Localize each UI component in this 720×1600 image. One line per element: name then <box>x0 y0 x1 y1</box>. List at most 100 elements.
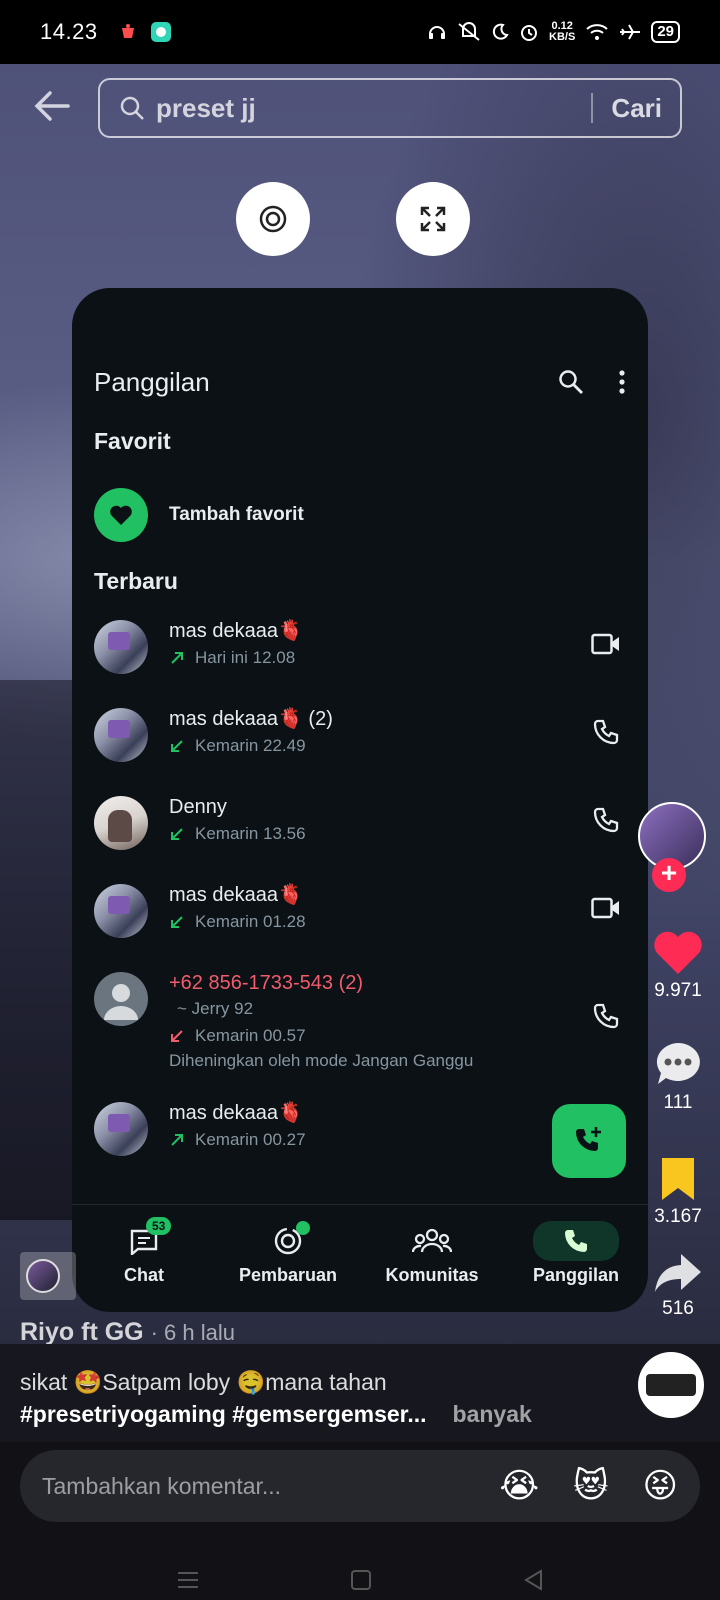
call-log-item[interactable]: +62 856-1733-543 (2) ~ Jerry 92 Kemarin … <box>94 970 626 1074</box>
floating-window-icon <box>259 205 287 233</box>
video-caption[interactable]: sikat 🤩Satpam loby 🤤mana tahan #presetri… <box>20 1366 532 1430</box>
call-log-item[interactable]: Denny Kemarin 13.56 <box>94 794 626 850</box>
back-arrow-icon[interactable] <box>32 86 72 126</box>
like-button[interactable]: 9.971 <box>636 928 720 1002</box>
notification-icons <box>118 21 172 43</box>
caller-name: +62 856-1733-543 (2) <box>169 972 364 994</box>
tab-communities[interactable]: Komunitas <box>360 1205 504 1312</box>
call-time: Hari ini 12.08 <box>195 648 296 667</box>
bottom-navigation: 53 Chat Pembaruan Komunitas Panggilan <box>72 1204 648 1312</box>
caller-name: mas dekaaa🫀 <box>169 620 303 642</box>
emoji-tongue[interactable]: 😝 <box>643 1466 678 1506</box>
tab-label: Komunitas <box>385 1265 479 1285</box>
call-log-item[interactable]: mas dekaaa🫀 Hari ini 12.08 <box>94 618 626 674</box>
caption-hashtags[interactable]: #presetriyogaming #gemsergemser... <box>20 1401 427 1427</box>
voice-call-button[interactable] <box>586 800 626 840</box>
phone-icon <box>565 1230 587 1252</box>
comment-input[interactable]: Tambahkan komentar... 😭 😻 😝 <box>20 1450 700 1522</box>
comment-placeholder[interactable]: Tambahkan komentar... <box>42 1473 281 1500</box>
search-query[interactable]: preset jj <box>156 93 256 124</box>
more-options-icon[interactable] <box>618 369 626 395</box>
whatsapp-calls-window[interactable]: Panggilan Favorit Tambah favorit Terbaru… <box>72 288 648 1312</box>
recent-heading: Terbaru <box>94 568 178 594</box>
tab-chat[interactable]: 53 Chat <box>72 1205 216 1312</box>
recent-apps-icon[interactable] <box>176 1570 200 1590</box>
post-time: · 6 h lalu <box>150 1320 235 1345</box>
video-call-button[interactable] <box>586 888 626 928</box>
phone-icon <box>593 719 619 745</box>
search-bar[interactable]: preset jj Cari <box>98 78 682 138</box>
tab-label: Chat <box>124 1265 164 1285</box>
music-avatar <box>26 1259 60 1293</box>
heart-icon <box>654 931 702 974</box>
search-submit-button[interactable]: Cari <box>611 93 662 124</box>
call-log-item[interactable]: mas dekaaa🫀 (2) Kemarin 22.49 <box>94 706 626 762</box>
call-time: Kemarin 13.56 <box>195 824 306 843</box>
wifi-icon <box>586 24 608 40</box>
music-disc[interactable] <box>638 1352 704 1418</box>
like-count: 9.971 <box>654 980 702 1001</box>
new-update-dot <box>296 1221 310 1235</box>
caller-name: mas dekaaa🫀 <box>169 884 303 906</box>
comment-count: 111 <box>663 1092 693 1113</box>
messaging-notification-icon <box>150 22 171 42</box>
video-call-button[interactable] <box>586 624 626 664</box>
system-navigation <box>0 1560 720 1600</box>
fullscreen-icon <box>420 206 446 232</box>
net-speed: 0.12 KB/S <box>549 20 576 43</box>
new-call-fab[interactable] <box>552 1104 626 1178</box>
music-disc-logo <box>646 1374 696 1396</box>
emoji-crying[interactable]: 😭 <box>499 1466 539 1506</box>
voice-call-button[interactable] <box>586 712 626 752</box>
video-camera-icon <box>591 897 619 919</box>
video-author[interactable]: Riyo ft GG · 6 h lalu <box>20 1318 235 1347</box>
favorites-heading: Favorit <box>94 428 171 454</box>
incoming-call-arrow-icon <box>171 916 183 928</box>
follow-button[interactable]: + <box>652 858 686 892</box>
tiktok-notification-icon <box>121 24 134 38</box>
back-triangle-icon[interactable] <box>522 1568 544 1592</box>
status-right: 0.12 KB/S 29 <box>427 21 680 43</box>
save-count: 3.167 <box>654 1206 702 1227</box>
avatar <box>94 884 148 938</box>
call-time: Kemarin 00.57 <box>195 1026 306 1045</box>
tab-calls[interactable]: Panggilan <box>504 1205 648 1312</box>
share-button[interactable]: 516 <box>636 1252 720 1320</box>
share-count: 516 <box>662 1298 694 1319</box>
music-chip[interactable] <box>20 1252 76 1300</box>
caption-text: sikat 🤩Satpam loby 🤤mana tahan <box>20 1369 387 1395</box>
home-icon[interactable] <box>350 1569 372 1591</box>
comment-bubble-icon <box>656 1043 700 1084</box>
emoji-heart-eyes-cat[interactable]: 😻 <box>573 1466 608 1506</box>
avatar <box>94 1102 148 1156</box>
mute-icon <box>458 22 480 41</box>
do-not-disturb-moon-icon <box>492 23 509 40</box>
alarm-icon <box>521 25 538 41</box>
expand-window-button[interactable] <box>396 182 470 256</box>
call-time: Kemarin 00.27 <box>195 1130 306 1149</box>
call-log-item[interactable]: mas dekaaa🫀 Kemarin 00.27 <box>94 1100 626 1156</box>
see-more-link[interactable]: banyak <box>453 1401 532 1427</box>
status-bar: 14.23 0.12 KB/S 29 <box>0 0 720 64</box>
voice-call-button[interactable] <box>586 996 626 1036</box>
bookmark-icon <box>662 1158 694 1200</box>
communities-icon <box>412 1228 452 1253</box>
favorite-heart-badge <box>94 488 148 542</box>
tab-label: Pembaruan <box>238 1265 338 1285</box>
search-icon[interactable] <box>558 369 584 395</box>
unread-count-badge: 53 <box>146 1217 172 1235</box>
heart-icon <box>110 505 132 525</box>
incoming-call-arrow-icon <box>171 740 183 752</box>
search-separator <box>591 93 594 123</box>
caller-alias: ~ Jerry 92 <box>177 999 254 1018</box>
tab-updates[interactable]: Pembaruan <box>216 1205 360 1312</box>
add-favorite-button[interactable]: Tambah favorit <box>94 488 304 542</box>
status-time: 14.23 <box>40 19 98 44</box>
minimize-window-button[interactable] <box>236 182 310 256</box>
call-log-item[interactable]: mas dekaaa🫀 Kemarin 01.28 <box>94 882 626 938</box>
add-call-icon <box>576 1127 601 1151</box>
comment-button[interactable]: 111 <box>636 1040 720 1114</box>
save-button[interactable]: 3.167 <box>636 1156 720 1228</box>
calls-header: Panggilan <box>94 360 626 404</box>
call-note: Diheningkan oleh mode Jangan Ganggu <box>169 1051 474 1070</box>
